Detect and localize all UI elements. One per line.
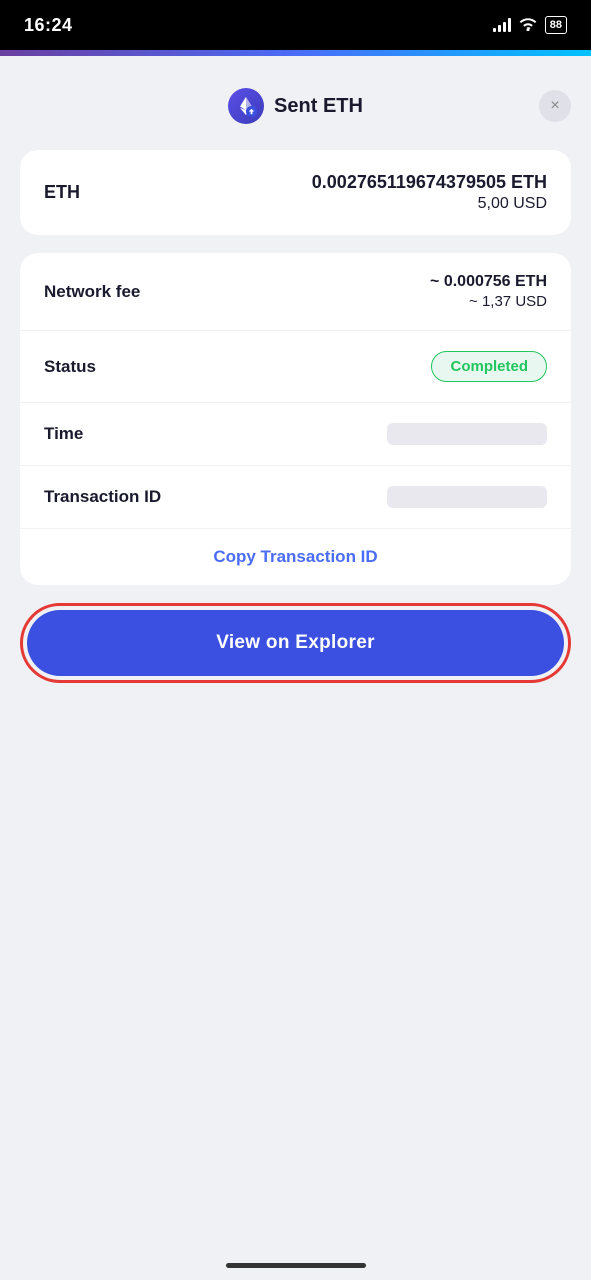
page-title: Sent ETH bbox=[274, 95, 363, 118]
time-label: Time bbox=[44, 424, 83, 444]
explorer-button-wrapper: View on Explorer bbox=[20, 603, 571, 683]
eth-logo-svg bbox=[235, 95, 257, 117]
close-button[interactable]: × bbox=[539, 90, 571, 122]
battery-icon: 88 bbox=[545, 16, 567, 34]
copy-transaction-id-button[interactable]: Copy Transaction ID bbox=[213, 547, 377, 567]
time-row: Time bbox=[20, 403, 571, 466]
network-fee-label: Network fee bbox=[44, 282, 140, 302]
transaction-id-row: Transaction ID bbox=[20, 466, 571, 529]
amount-card: ETH 0.002765119674379505 ETH 5,00 USD bbox=[20, 150, 571, 235]
transaction-id-label: Transaction ID bbox=[44, 487, 161, 507]
usd-amount: 5,00 USD bbox=[312, 195, 547, 213]
status-row: Status Completed bbox=[20, 331, 571, 403]
network-fee-eth: ~ 0.000756 ETH bbox=[430, 273, 547, 291]
status-icons: 88 bbox=[493, 16, 567, 34]
details-card: Network fee ~ 0.000756 ETH ~ 1,37 USD St… bbox=[20, 253, 571, 585]
status-time: 16:24 bbox=[24, 15, 73, 36]
time-skeleton bbox=[387, 423, 547, 445]
page-header: Sent ETH × bbox=[20, 80, 571, 132]
eth-logo bbox=[228, 88, 264, 124]
amount-values: 0.002765119674379505 ETH 5,00 USD bbox=[312, 172, 547, 213]
network-fee-value: ~ 0.000756 ETH ~ 1,37 USD bbox=[430, 273, 547, 310]
view-on-explorer-button[interactable]: View on Explorer bbox=[27, 610, 564, 676]
home-indicator bbox=[226, 1263, 366, 1268]
amount-label: ETH bbox=[44, 182, 80, 203]
status-bar: 16:24 88 bbox=[0, 0, 591, 50]
status-badge: Completed bbox=[431, 351, 547, 382]
transaction-id-skeleton bbox=[387, 486, 547, 508]
main-content: Sent ETH × ETH 0.002765119674379505 ETH … bbox=[0, 56, 591, 723]
eth-amount: 0.002765119674379505 ETH bbox=[312, 172, 547, 193]
wifi-icon bbox=[519, 17, 537, 34]
status-label: Status bbox=[44, 357, 96, 377]
copy-link-row: Copy Transaction ID bbox=[20, 529, 571, 585]
network-fee-usd: ~ 1,37 USD bbox=[430, 293, 547, 310]
network-fee-row: Network fee ~ 0.000756 ETH ~ 1,37 USD bbox=[20, 253, 571, 331]
signal-icon bbox=[493, 18, 511, 32]
